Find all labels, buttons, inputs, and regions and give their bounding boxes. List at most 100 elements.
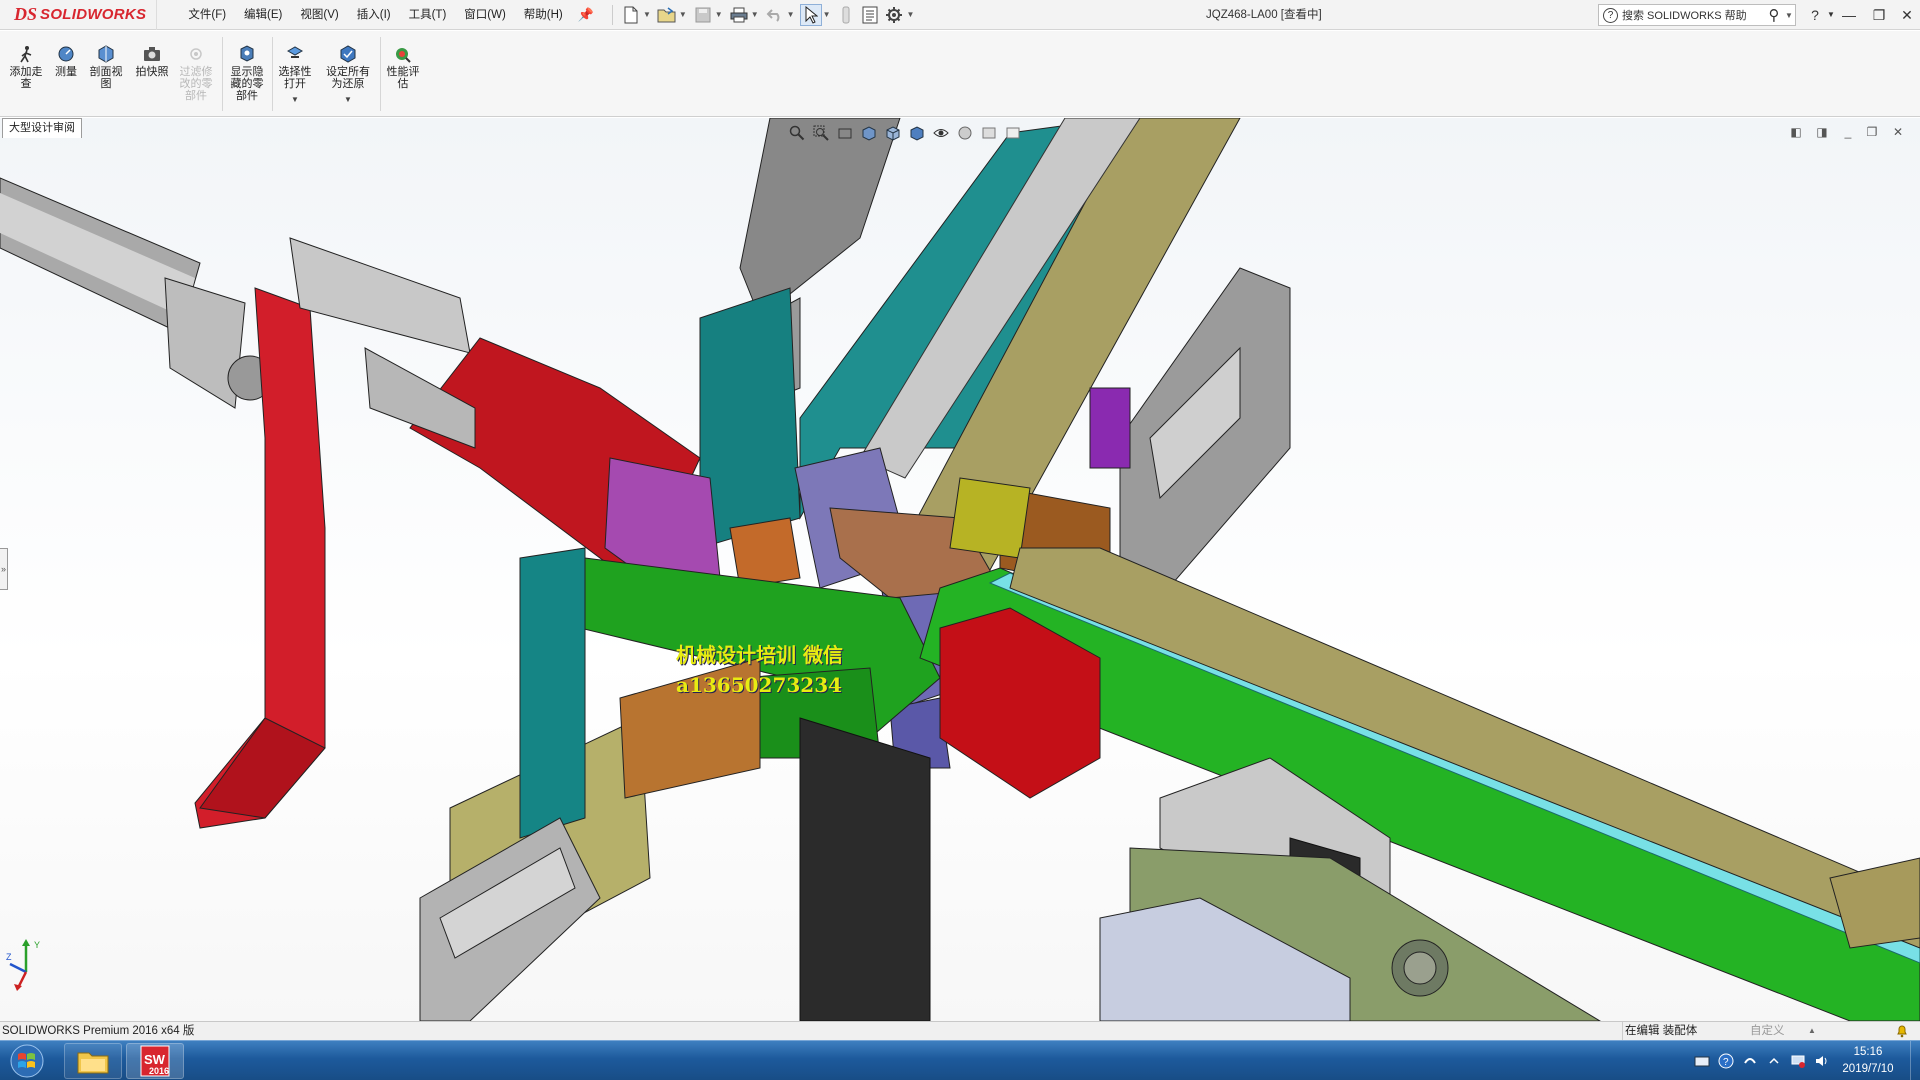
feature-manager-toggle-handle[interactable]: » (0, 548, 8, 590)
help-tray-icon[interactable]: ? (1716, 1051, 1736, 1071)
select-caret-icon[interactable]: ▼ (823, 10, 831, 19)
ribbon-separator (380, 37, 381, 111)
menu-insert[interactable]: 插入(I) (348, 0, 400, 30)
filter-modified-label: 过滤修 改的零 部件 (179, 66, 213, 102)
restore-button[interactable]: ❐ (1866, 0, 1892, 30)
zoom-to-fit-icon[interactable] (785, 122, 809, 144)
viewport-close-icon[interactable]: ✕ (1890, 124, 1906, 140)
section-view-icon (98, 45, 114, 63)
qa-separator (611, 4, 613, 25)
show-hidden-tray-icon[interactable] (1764, 1051, 1784, 1071)
solidworks-logo[interactable]: DS SOLIDWORKS (0, 0, 158, 30)
close-button[interactable]: ✕ (1894, 0, 1920, 30)
menu-help[interactable]: 帮助(H) (515, 0, 572, 30)
section-view-hud-icon[interactable] (857, 122, 881, 144)
search-icon[interactable]: ⚲ (1763, 6, 1785, 24)
print-caret-icon[interactable]: ▼ (751, 10, 759, 19)
filter-modified-button[interactable]: 过滤修 改的零 部件 (176, 45, 216, 102)
svg-text:SW: SW (144, 1052, 166, 1067)
menu-window[interactable]: 窗口(W) (455, 0, 515, 30)
watermark-line-1: 机械设计培训 微信 (676, 643, 843, 667)
add-walkthrough-label: 添加走 查 (9, 66, 43, 90)
undo-icon[interactable] (764, 4, 786, 26)
viewport-split-right-icon[interactable]: ◨ (1814, 124, 1830, 140)
reference-triad-icon: Z Y (6, 939, 40, 991)
scene-icon[interactable] (977, 122, 1001, 144)
menu-file[interactable]: 文件(F) (179, 0, 235, 30)
options-gear-icon[interactable] (883, 4, 905, 26)
save-icon[interactable] (692, 4, 714, 26)
assembly-model[interactable] (0, 118, 1920, 1021)
snapshot-button[interactable]: 拍快照 (132, 45, 172, 78)
section-view-button[interactable]: 剖面视 图 (86, 45, 126, 90)
menu-edit[interactable]: 编辑(E) (235, 0, 291, 30)
ime-icon[interactable] (1740, 1051, 1760, 1071)
open-caret-icon[interactable]: ▼ (679, 10, 687, 19)
notification-icon[interactable] (1895, 1024, 1909, 1038)
menu-tools[interactable]: 工具(T) (400, 0, 456, 30)
zoom-area-icon[interactable] (809, 122, 833, 144)
performance-icon (396, 48, 411, 63)
set-all-resolved-caret-icon[interactable]: ▼ (322, 94, 374, 106)
taskbar-file-explorer[interactable] (64, 1043, 122, 1079)
help-search-input[interactable]: 搜索 SOLIDWORKS 帮助 (1622, 7, 1763, 23)
display-style-icon[interactable] (905, 122, 929, 144)
network-icon[interactable] (1788, 1051, 1808, 1071)
new-document-icon[interactable] (620, 4, 642, 26)
viewport-split-left-icon[interactable]: ◧ (1788, 124, 1804, 140)
view-orientation-icon[interactable] (881, 122, 905, 144)
clock-date: 2019/7/10 (1842, 1063, 1894, 1075)
show-desktop-button[interactable] (1910, 1041, 1920, 1080)
set-all-resolved-button[interactable]: 设定所有 为还原 ▼ (322, 45, 374, 106)
status-bar: SOLIDWORKS Premium 2016 x64 版 在编辑 装配体 自定… (0, 1021, 1920, 1040)
svg-text:Z: Z (6, 952, 12, 962)
print-icon[interactable] (728, 4, 750, 26)
selective-open-label: 选择性 打开 (278, 66, 312, 90)
minimize-button[interactable]: — (1836, 0, 1862, 30)
system-tray: ? (1690, 1041, 1834, 1080)
select-arrow-icon[interactable] (799, 3, 822, 26)
view-settings-icon[interactable] (1001, 122, 1025, 144)
taskbar-clock[interactable]: 15:16 2019/7/10 (1826, 1044, 1910, 1078)
measure-button[interactable]: 测量 (50, 45, 82, 78)
save-caret-icon[interactable]: ▼ (715, 10, 723, 19)
pin-menu-icon[interactable]: 📌 (578, 7, 594, 23)
selective-open-caret-icon[interactable]: ▼ (274, 94, 316, 106)
status-product-text: SOLIDWORKS Premium 2016 x64 版 (2, 1025, 195, 1037)
viewport-restore-icon[interactable]: ❐ (1864, 124, 1880, 140)
heads-up-view-toolbar (785, 122, 1025, 144)
show-hidden-button[interactable]: 显示隐 藏的零 部件 (226, 45, 268, 102)
document-title: JQZ468-LA00 [查看中] (1206, 9, 1322, 21)
selective-open-button[interactable]: 选择性 打开 ▼ (274, 45, 316, 106)
graphics-area[interactable]: 大型设计审阅 ◧ ◨ _ ❐ ✕ » 机械设计培训 微信 a1365027323… (0, 118, 1920, 1021)
viewport-minimize-icon[interactable]: _ (1840, 124, 1856, 140)
search-caret-icon[interactable]: ▼ (1785, 11, 1795, 20)
options-caret-icon[interactable]: ▼ (906, 10, 914, 19)
status-custom-caret-icon[interactable]: ▲ (1808, 1022, 1816, 1040)
appearance-icon[interactable] (953, 122, 977, 144)
undo-caret-icon[interactable]: ▼ (787, 10, 795, 19)
keyboard-icon[interactable] (1692, 1051, 1712, 1071)
ribbon-separator (272, 37, 273, 111)
status-custom-units[interactable]: 自定义 (1750, 1022, 1785, 1040)
menu-view[interactable]: 视图(V) (291, 0, 347, 30)
file-properties-icon[interactable] (859, 4, 881, 26)
solidworks-logo-text: SOLIDWORKS (40, 6, 147, 23)
ds-logo-mark: DS (14, 4, 38, 24)
status-edit-mode: 在编辑 装配体 (1622, 1022, 1697, 1040)
performance-eval-button[interactable]: 性能评 估 (383, 45, 423, 90)
rebuild-icon[interactable] (835, 4, 857, 26)
svg-text:Y: Y (34, 940, 40, 950)
windows-taskbar: SW 2016 ? 15:16 2019/7/10 (0, 1040, 1920, 1080)
previous-view-icon[interactable] (833, 122, 857, 144)
ribbon-separator (222, 37, 223, 111)
add-walkthrough-button[interactable]: 添加走 查 (6, 45, 46, 90)
help-search-box[interactable]: ? 搜索 SOLIDWORKS 帮助 ⚲ ▼ (1598, 4, 1796, 26)
taskbar-solidworks[interactable]: SW 2016 (126, 1043, 184, 1079)
hide-show-items-icon[interactable] (929, 122, 953, 144)
new-document-caret-icon[interactable]: ▼ (643, 10, 651, 19)
start-button[interactable] (4, 1042, 50, 1080)
tab-large-design-review[interactable]: 大型设计审阅 (2, 118, 82, 138)
open-folder-icon[interactable] (656, 4, 678, 26)
performance-eval-label: 性能评 估 (386, 66, 420, 90)
